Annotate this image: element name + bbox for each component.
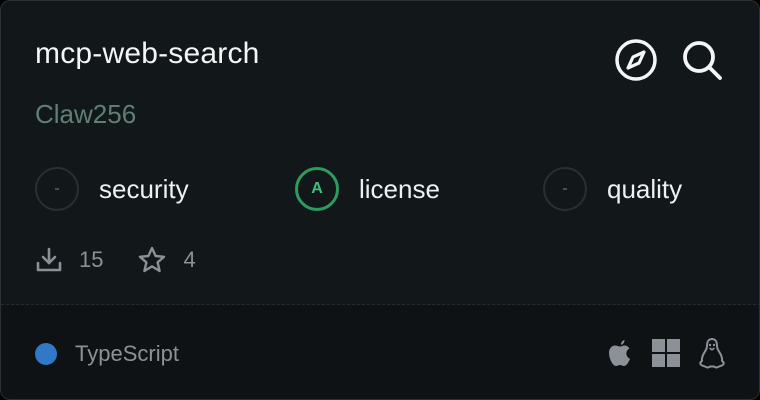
server-card[interactable]: mcp-web-search Claw256 - security A lice… <box>0 0 760 400</box>
downloads-count: 15 <box>79 247 104 272</box>
search-icon <box>683 41 722 80</box>
downloads-stat: 15 <box>35 246 103 274</box>
card-footer: TypeScript <box>1 305 759 399</box>
language-color-dot <box>35 343 57 365</box>
stars-count: 4 <box>183 247 196 272</box>
license-label: license <box>359 173 440 204</box>
score-row: - security A license - quality <box>35 165 727 213</box>
stats-row: 15 4 <box>35 243 230 277</box>
compass-icon <box>615 39 657 81</box>
card-actions <box>613 37 725 83</box>
linux-icon <box>697 337 727 369</box>
score-security[interactable]: - security <box>35 165 189 213</box>
stars-stat[interactable]: 4 <box>137 245 196 275</box>
server-author[interactable]: Claw256 <box>35 99 136 130</box>
apple-icon <box>605 337 635 369</box>
score-quality[interactable]: - quality <box>543 165 682 213</box>
download-icon <box>36 247 62 272</box>
search-button[interactable] <box>679 37 725 83</box>
security-grade-badge: - <box>35 167 79 211</box>
windows-icon <box>651 337 681 369</box>
platform-list <box>605 337 727 369</box>
star-icon <box>139 246 166 273</box>
license-grade-badge: A <box>295 167 339 211</box>
score-license[interactable]: A license <box>295 165 440 213</box>
quality-label: quality <box>607 173 683 204</box>
language-name: TypeScript <box>75 341 179 366</box>
quality-grade-badge: - <box>543 167 587 211</box>
security-label: security <box>99 173 189 204</box>
language-tag: TypeScript <box>35 341 179 367</box>
compass-button[interactable] <box>613 37 659 83</box>
server-name[interactable]: mcp-web-search <box>35 37 260 71</box>
